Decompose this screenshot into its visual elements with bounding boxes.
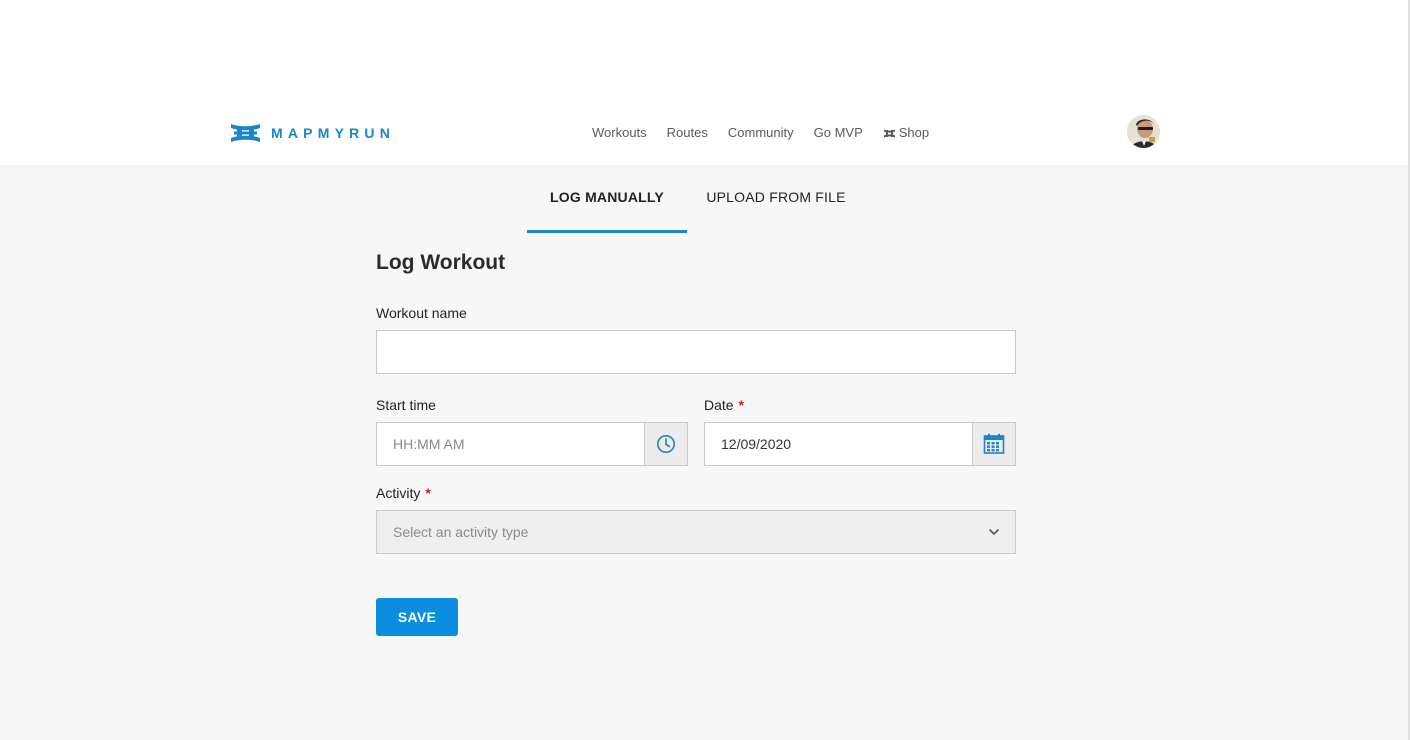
under-armour-logo-icon: [231, 124, 260, 142]
nav-go-mvp[interactable]: Go MVP: [814, 124, 863, 142]
user-avatar[interactable]: [1127, 115, 1160, 148]
clock-icon: [657, 435, 675, 453]
calendar-icon: [983, 433, 1005, 454]
chevron-down-icon: [989, 529, 999, 535]
log-tabs: LOG MANUALLY UPLOAD FROM FILE: [527, 165, 865, 233]
nav-workouts[interactable]: Workouts: [592, 124, 647, 142]
form-title: Log Workout: [376, 251, 506, 274]
date-required-mark: *: [738, 397, 745, 413]
nav-routes[interactable]: Routes: [667, 124, 708, 142]
activity-label-text: Activity: [376, 485, 421, 501]
date-label: Date *: [704, 396, 744, 414]
save-button[interactable]: SAVE: [376, 598, 458, 636]
start-time-input[interactable]: [376, 422, 645, 466]
activity-label: Activity *: [376, 484, 431, 502]
brand-name: MAPMYRUN: [271, 125, 396, 141]
activity-required-mark: *: [425, 485, 431, 501]
tab-log-manually[interactable]: LOG MANUALLY: [527, 165, 687, 233]
site-header: MAPMYRUN Workouts Routes Community Go MV…: [0, 0, 1408, 165]
date-picker-button[interactable]: [972, 422, 1016, 466]
date-input[interactable]: [704, 422, 973, 466]
avatar-image: [1127, 115, 1160, 148]
under-armour-icon: [883, 129, 895, 137]
page: MAPMYRUN Workouts Routes Community Go MV…: [0, 0, 1410, 740]
nav-community[interactable]: Community: [728, 124, 794, 142]
start-time-label: Start time: [376, 397, 436, 413]
start-time-picker-button[interactable]: [644, 422, 688, 466]
nav-shop-label: Shop: [898, 125, 930, 140]
activity-select[interactable]: Select an activity type: [376, 510, 1016, 554]
tab-upload-from-file[interactable]: UPLOAD FROM FILE: [687, 165, 865, 233]
main-content: LOG MANUALLY UPLOAD FROM FILE Log Workou…: [0, 165, 1408, 740]
workout-name-input[interactable]: [376, 330, 1016, 374]
main-nav: Workouts Routes Community Go MVP Shop: [592, 124, 929, 142]
date-label-text: Date: [704, 397, 734, 413]
workout-name-label: Workout name: [376, 305, 467, 321]
activity-select-placeholder: Select an activity type: [393, 524, 529, 540]
mapmyrun-logo[interactable]: MAPMYRUN: [229, 123, 395, 143]
nav-shop[interactable]: Shop: [883, 124, 929, 142]
